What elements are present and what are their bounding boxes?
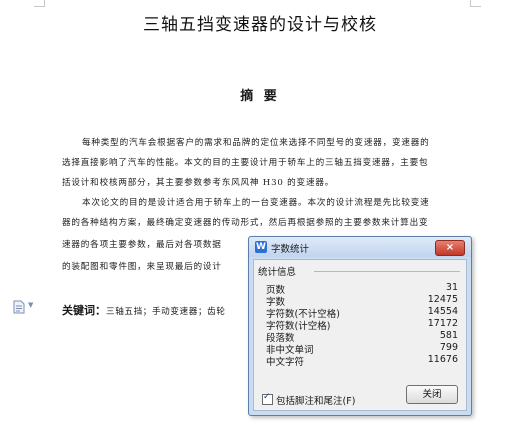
stat-row-words: 字数 12475: [266, 294, 458, 308]
stat-value: 12475: [427, 294, 458, 305]
stat-value: 581: [439, 330, 458, 341]
stat-value: 799: [439, 342, 458, 353]
page-corner-mark-left: [34, 0, 45, 7]
dialog-title: 字数统计: [271, 244, 310, 255]
stat-row-chinese-chars: 中文字符 11676: [266, 354, 458, 368]
stat-row-chars-with-spaces: 字符数(计空格) 17172: [266, 318, 458, 332]
document-title: 三轴五挡变速器的设计与校核: [143, 15, 377, 35]
abstract-line: 选择直接影响了汽车的性能。本文的目的主要设计用于轿车上的三轴五挡变速器，主要包: [62, 158, 429, 168]
include-footnotes-checkbox[interactable]: [262, 392, 273, 405]
abstract-line: 括设计和校核两部分，其主要参数参考东风风神 H30 的变速器。: [62, 178, 335, 188]
stat-row-non-chinese-words: 非中文单词 799: [266, 342, 458, 356]
abstract-line: 每种类型的汽车会根据客户的需求和品牌的定位来选择不同型号的变速器，变速器的: [82, 138, 430, 148]
close-dialog-button[interactable]: 关闭: [406, 385, 458, 404]
stat-label: 中文字符: [266, 357, 305, 368]
dialog-titlebar[interactable]: W 字数统计 ×: [249, 237, 471, 257]
stat-value: 17172: [427, 318, 458, 329]
keywords-text: 三轴五挡；手动变速器；齿轮: [106, 307, 226, 317]
abstract-line: 器的各种结构方案，最终确定变速器的传动形式，然后再根据参照的主要参数来计算出变: [62, 218, 429, 228]
abstract-heading: 摘 要: [240, 89, 280, 104]
dialog-body: 统计信息 页数 31 字数 12475 字符数(不计空格) 14554 字符数(…: [253, 259, 467, 411]
close-button[interactable]: ×: [435, 240, 465, 256]
keywords-line: 关键词：三轴五挡；手动变速器；齿轮: [62, 302, 226, 318]
close-icon: ×: [445, 242, 455, 253]
include-footnotes-option[interactable]: 包括脚注和尾注(F): [262, 392, 356, 407]
abstract-line: 的装配图和零件图，来呈现最后的设计: [62, 262, 222, 272]
group-divider: [314, 271, 460, 272]
stat-row-pages: 页数 31: [266, 282, 458, 296]
abstract-line: 本次论文的目的是设计适合用于轿车上的一台变速器。本次的设计流程是先比较变速: [82, 198, 430, 208]
statistics-group-label: 统计信息: [258, 267, 297, 278]
keywords-label: 关键词：: [62, 304, 106, 317]
include-footnotes-label: 包括脚注和尾注(F): [276, 396, 356, 407]
page-corner-mark-right: [470, 0, 481, 7]
word-count-dialog: W 字数统计 × 统计信息 页数 31 字数 12475 字符数(不计空格) 1…: [248, 236, 472, 416]
abstract-line: 速器的各项主要参数，最后对各项数据: [62, 240, 222, 250]
stat-value: 31: [445, 282, 458, 293]
stat-row-chars-no-spaces: 字符数(不计空格) 14554: [266, 306, 458, 320]
chevron-down-icon[interactable]: ▼: [28, 301, 33, 309]
stat-value: 14554: [427, 306, 458, 317]
stat-value: 11676: [427, 354, 458, 365]
paragraph-options-icon[interactable]: [13, 300, 25, 314]
stat-row-paragraphs: 段落数 581: [266, 330, 458, 344]
wps-app-icon: W: [255, 241, 267, 253]
